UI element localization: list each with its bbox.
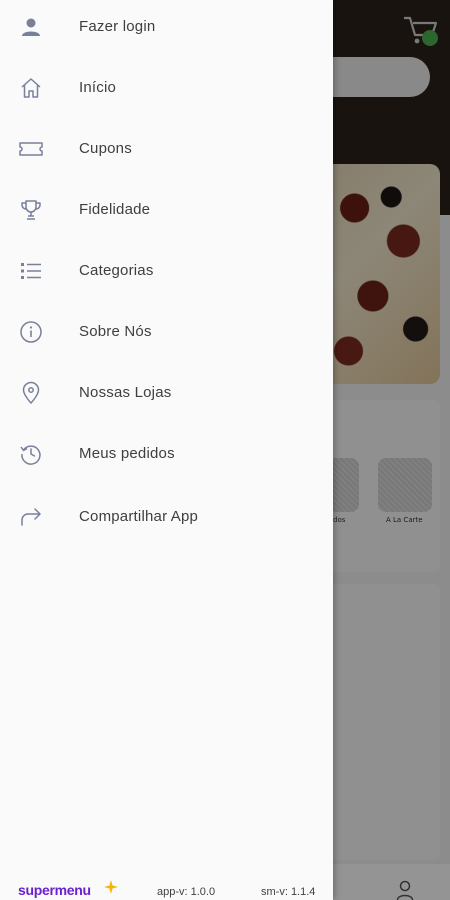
history-icon xyxy=(19,442,43,466)
share-icon xyxy=(19,505,43,529)
menu-item-label: Fidelidade xyxy=(79,201,151,218)
menu-item-login[interactable]: Fazer login xyxy=(0,0,333,57)
menu-item-label: Sobre Nós xyxy=(79,323,152,340)
menu-item-orders[interactable]: Meus pedidos xyxy=(0,423,333,484)
menu-item-label: Cupons xyxy=(79,140,132,157)
home-icon xyxy=(19,76,43,100)
menu-item-loyalty[interactable]: Fidelidade xyxy=(0,179,333,240)
location-pin-icon xyxy=(19,381,43,405)
logo-spark-icon xyxy=(104,880,118,894)
info-icon xyxy=(19,320,43,344)
menu-item-label: Início xyxy=(79,79,117,96)
trophy-icon xyxy=(19,198,43,222)
sm-version: sm-v: 1.1.4 xyxy=(261,886,316,898)
menu-item-home[interactable]: Início xyxy=(0,57,333,118)
menu-item-label: Compartilhar App xyxy=(79,508,199,525)
supermenu-logo: supermenu xyxy=(18,882,91,898)
ticket-icon xyxy=(19,137,43,161)
navigation-drawer: Fazer login Início Cupons Fidelidade Cat… xyxy=(0,0,333,900)
menu-item-categories[interactable]: Categorias xyxy=(0,240,333,301)
menu-item-label: Fazer login xyxy=(79,18,156,35)
menu-item-label: Nossas Lojas xyxy=(79,384,172,401)
menu-item-label: Meus pedidos xyxy=(79,445,175,462)
drawer-footer: supermenu app-v: 1.0.0 sm-v: 1.1.4 xyxy=(0,878,333,900)
menu-item-stores[interactable]: Nossas Lojas xyxy=(0,362,333,423)
user-icon xyxy=(19,15,43,39)
list-icon xyxy=(19,259,43,283)
menu-item-share-app[interactable]: Compartilhar App xyxy=(0,486,333,547)
app-version: app-v: 1.0.0 xyxy=(157,886,216,898)
menu-item-coupons[interactable]: Cupons xyxy=(0,118,333,179)
menu-item-about[interactable]: Sobre Nós xyxy=(0,301,333,362)
menu-item-label: Categorias xyxy=(79,262,154,279)
